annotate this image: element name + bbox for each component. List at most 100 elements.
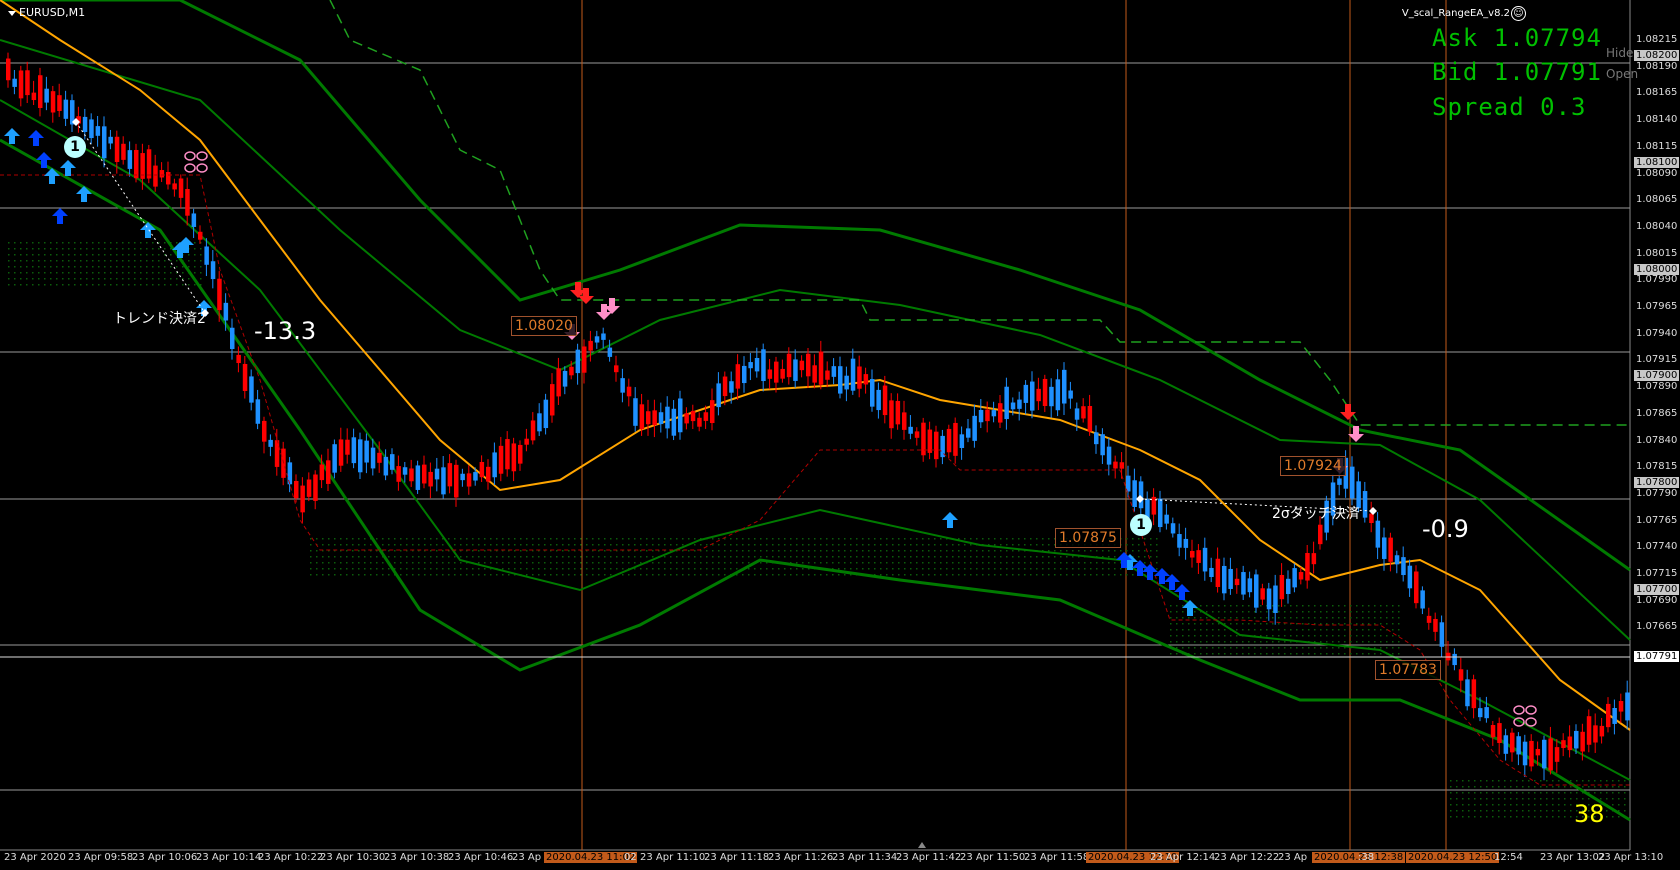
- candle-body: [351, 437, 357, 464]
- price-tick-label: 1.07915: [1636, 354, 1678, 366]
- candle-body: [332, 444, 337, 473]
- butterfly-marker-icon: [184, 151, 208, 173]
- ea-name: V_scal_RangeEA_v8.2: [1401, 8, 1510, 19]
- touch-exit-label: 2σタッチ決済: [1272, 506, 1360, 522]
- candle-body: [1030, 381, 1035, 411]
- candle-body: [556, 368, 561, 397]
- candle-body: [313, 474, 318, 501]
- candle-body: [1202, 547, 1208, 572]
- candle-body: [1100, 434, 1105, 456]
- candle-body: [678, 398, 683, 433]
- candle-body: [1433, 618, 1438, 632]
- bar-counter: 38: [1574, 800, 1605, 828]
- candle-body: [319, 464, 325, 481]
- entry-marker[interactable]: 1: [64, 136, 86, 158]
- level-price-label: 1.07700: [1634, 584, 1680, 596]
- candle-body: [703, 412, 709, 421]
- outer-upper-band: [0, 0, 1631, 572]
- candle-body: [338, 439, 344, 466]
- candle-body: [1503, 735, 1509, 754]
- level-price-label: 1.08100: [1634, 156, 1680, 168]
- candle-body: [1574, 730, 1579, 749]
- open-button[interactable]: Open: [1606, 67, 1638, 81]
- candle-body: [390, 454, 395, 470]
- candle-body: [249, 376, 254, 403]
- candle-body: [25, 70, 30, 96]
- candle-body: [1138, 481, 1144, 509]
- candle-body: [63, 99, 69, 119]
- candle-body: [1190, 550, 1195, 558]
- candle-body: [582, 346, 587, 373]
- candle-body: [652, 410, 657, 426]
- candle-body: [825, 370, 830, 380]
- candle-body: [729, 381, 734, 393]
- price-tick-label: 1.07840: [1636, 434, 1678, 446]
- arrow-up-icon: [76, 186, 92, 202]
- candle-body: [902, 412, 907, 430]
- spread-readout: Spread 0.3: [1432, 93, 1587, 121]
- price-tick-label: 1.08140: [1636, 114, 1678, 126]
- price-tag: 1.08020: [511, 316, 577, 336]
- candle-body: [447, 463, 453, 487]
- smiley-icon[interactable]: ☺: [1511, 6, 1526, 21]
- candle-body: [1273, 585, 1278, 613]
- arrow-up-icon: [942, 512, 958, 528]
- candle-body: [262, 420, 267, 442]
- candle-body: [1228, 568, 1233, 589]
- price-tick-label: 1.07665: [1636, 621, 1678, 633]
- time-tick-label: 23 Apr 11:58: [1024, 852, 1090, 863]
- hide-button[interactable]: Hide: [1606, 46, 1633, 60]
- candle-body: [511, 443, 517, 472]
- candle-body: [217, 278, 222, 311]
- candle-body: [1388, 537, 1393, 562]
- arrow-up-icon: [1132, 560, 1148, 576]
- candle-body: [1567, 736, 1573, 751]
- candle-body: [562, 370, 568, 387]
- candle-body: [614, 365, 619, 373]
- candle-body: [518, 444, 523, 464]
- candle-body: [1305, 553, 1310, 581]
- arrow-down-icon: [1340, 404, 1356, 420]
- candle-body: [953, 422, 958, 456]
- candle-body: [1254, 574, 1259, 608]
- candle-body: [838, 366, 843, 394]
- candle-body: [684, 413, 689, 424]
- price-tag: 1.07924: [1280, 456, 1346, 476]
- candle-body: [1490, 725, 1496, 738]
- candle-body: [44, 88, 49, 103]
- range-zone: [310, 538, 1158, 576]
- price-chart-canvas[interactable]: [0, 0, 1680, 870]
- candle-body: [479, 461, 485, 478]
- support-line: [0, 174, 1630, 786]
- candle-body: [626, 386, 632, 397]
- candle-body: [697, 417, 702, 427]
- candle-body: [204, 246, 209, 265]
- candle-body: [428, 471, 433, 487]
- candle-body: [1081, 406, 1086, 419]
- candle-body: [255, 399, 261, 424]
- candle-body: [524, 438, 529, 445]
- candle-body: [1311, 553, 1317, 565]
- time-tick-label: 23 Ap: [1278, 852, 1308, 863]
- candle-body: [1426, 615, 1432, 623]
- candle-body: [870, 379, 875, 407]
- candle-body: [409, 468, 414, 482]
- candle-body: [146, 149, 152, 179]
- arrow-up-icon: [4, 128, 20, 144]
- candle-body: [1542, 739, 1547, 769]
- candle-body: [1548, 738, 1553, 771]
- price-tick-label: 1.07715: [1636, 568, 1678, 579]
- candle-body: [1023, 384, 1029, 403]
- level-price-label: 1.08000: [1634, 263, 1680, 275]
- touch-exit-pnl: -0.9: [1422, 515, 1469, 543]
- candle-body: [550, 384, 555, 416]
- candle-body: [575, 349, 581, 374]
- bid-readout: Bid 1.07791: [1432, 58, 1602, 86]
- price-tick-label: 1.07690: [1636, 594, 1678, 606]
- arrow-up-icon: [1174, 584, 1190, 600]
- candle-body: [1484, 707, 1489, 719]
- candle-body: [959, 434, 965, 448]
- candle-body: [12, 78, 17, 87]
- entry-marker[interactable]: 1: [1130, 514, 1152, 536]
- arrow-up-icon: [36, 152, 52, 168]
